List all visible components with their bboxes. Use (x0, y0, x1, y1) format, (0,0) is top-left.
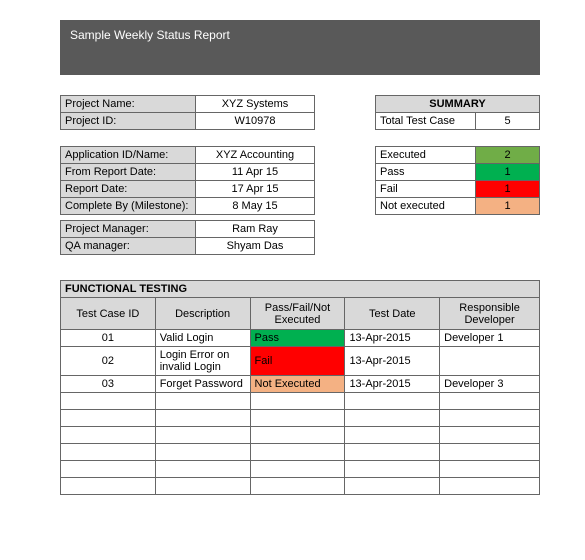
tc-desc: Login Error on invalid Login (155, 347, 250, 376)
report-date-value: 17 Apr 15 (196, 181, 315, 198)
empty-row (61, 444, 540, 461)
col-status: Pass/Fail/Not Executed (250, 298, 345, 330)
table-row: 03 Forget Password Not Executed 13-Apr-2… (61, 376, 540, 393)
tc-date: 13-Apr-2015 (345, 330, 440, 347)
from-date-value: 11 Apr 15 (196, 164, 315, 181)
col-developer: Responsible Developer (440, 298, 540, 330)
col-test-case-id: Test Case ID (61, 298, 156, 330)
summary-title: SUMMARY (376, 96, 540, 113)
executed-value: 2 (476, 147, 540, 164)
table-row: QA manager: Shyam Das (61, 238, 315, 255)
pm-label: Project Manager: (61, 221, 196, 238)
table-row: Complete By (Milestone): 8 May 15 (61, 198, 315, 215)
tc-date: 13-Apr-2015 (345, 376, 440, 393)
fail-label: Fail (376, 181, 476, 198)
fail-value: 1 (476, 181, 540, 198)
functional-testing-table: FUNCTIONAL TESTING Test Case ID Descript… (60, 280, 540, 495)
empty-row (61, 410, 540, 427)
empty-row (61, 461, 540, 478)
summary-header-row: SUMMARY (376, 96, 540, 113)
table-row: Not executed 1 (376, 198, 540, 215)
executed-label: Executed (376, 147, 476, 164)
not-executed-value: 1 (476, 198, 540, 215)
total-test-value: 5 (476, 113, 540, 130)
tc-desc: Valid Login (155, 330, 250, 347)
table-row: Project ID: W10978 (61, 113, 315, 130)
document-header: Sample Weekly Status Report (60, 20, 540, 75)
table-row: Project Manager: Ram Ray (61, 221, 315, 238)
testing-header-row: Test Case ID Description Pass/Fail/Not E… (61, 298, 540, 330)
table-row: 01 Valid Login Pass 13-Apr-2015 Develope… (61, 330, 540, 347)
tc-id: 01 (61, 330, 156, 347)
managers-table: Project Manager: Ram Ray QA manager: Shy… (60, 220, 315, 255)
tc-date: 13-Apr-2015 (345, 347, 440, 376)
table-row: Executed 2 (376, 147, 540, 164)
tc-status: Not Executed (250, 376, 345, 393)
table-row: Total Test Case 5 (376, 113, 540, 130)
tc-dev: Developer 1 (440, 330, 540, 347)
pass-label: Pass (376, 164, 476, 181)
table-row: Project Name: XYZ Systems (61, 96, 315, 113)
complete-by-label: Complete By (Milestone): (61, 198, 196, 215)
project-id-label: Project ID: (61, 113, 196, 130)
pm-value: Ram Ray (196, 221, 315, 238)
testing-title: FUNCTIONAL TESTING (61, 281, 540, 298)
report-date-label: Report Date: (61, 181, 196, 198)
project-id-value: W10978 (196, 113, 315, 130)
spacer (61, 130, 315, 147)
qa-value: Shyam Das (196, 238, 315, 255)
summary-table: SUMMARY Total Test Case 5 Executed 2 Pas… (375, 95, 540, 215)
tc-status: Pass (250, 330, 345, 347)
document-title: Sample Weekly Status Report (70, 28, 230, 42)
total-test-label: Total Test Case (376, 113, 476, 130)
table-row: Application ID/Name: XYZ Accounting (61, 147, 315, 164)
tc-dev (440, 347, 540, 376)
table-row: Report Date: 17 Apr 15 (61, 181, 315, 198)
not-executed-label: Not executed (376, 198, 476, 215)
empty-row (61, 427, 540, 444)
app-id-value: XYZ Accounting (196, 147, 315, 164)
pass-value: 1 (476, 164, 540, 181)
empty-row (61, 393, 540, 410)
complete-by-value: 8 May 15 (196, 198, 315, 215)
project-info-table: Project Name: XYZ Systems Project ID: W1… (60, 95, 315, 215)
project-name-value: XYZ Systems (196, 96, 315, 113)
tc-dev: Developer 3 (440, 376, 540, 393)
project-name-label: Project Name: (61, 96, 196, 113)
app-id-label: Application ID/Name: (61, 147, 196, 164)
table-row: Pass 1 (376, 164, 540, 181)
qa-label: QA manager: (61, 238, 196, 255)
tc-id: 03 (61, 376, 156, 393)
table-row: 02 Login Error on invalid Login Fail 13-… (61, 347, 540, 376)
tc-id: 02 (61, 347, 156, 376)
col-description: Description (155, 298, 250, 330)
tc-status: Fail (250, 347, 345, 376)
table-row: Fail 1 (376, 181, 540, 198)
testing-title-row: FUNCTIONAL TESTING (61, 281, 540, 298)
col-test-date: Test Date (345, 298, 440, 330)
empty-row (61, 478, 540, 495)
spacer (376, 130, 540, 147)
tc-desc: Forget Password (155, 376, 250, 393)
from-date-label: From Report Date: (61, 164, 196, 181)
table-row: From Report Date: 11 Apr 15 (61, 164, 315, 181)
